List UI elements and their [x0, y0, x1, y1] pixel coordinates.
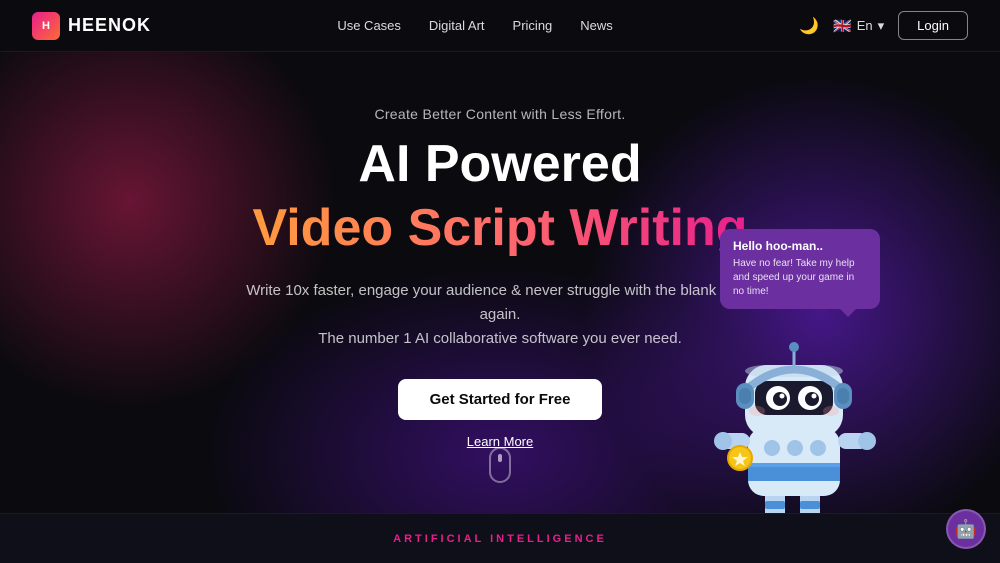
nav-link-pricing[interactable]: Pricing — [513, 18, 553, 33]
hero-title-white: AI Powered — [358, 136, 641, 193]
chevron-down-icon: ▾ — [878, 18, 885, 34]
hero-description-line2: The number 1 AI collaborative software y… — [318, 330, 682, 347]
nav-link-use-cases[interactable]: Use Cases — [337, 18, 401, 33]
hero-section: Create Better Content with Less Effort. … — [0, 52, 1000, 563]
hero-description: Write 10x faster, engage your audience &… — [240, 279, 760, 351]
logo-icon-text: H — [42, 20, 50, 32]
speech-bubble: Hello hoo-man.. Have no fear! Take my he… — [720, 229, 880, 309]
login-button[interactable]: Login — [898, 11, 968, 40]
logo-area: H HEENOK — [32, 12, 151, 40]
hero-subtitle: Create Better Content with Less Effort. — [374, 106, 625, 122]
navbar: H HEENOK Use Cases Digital Art Pricing N… — [0, 0, 1000, 52]
nav-link-digital-art[interactable]: Digital Art — [429, 18, 485, 33]
get-started-button[interactable]: Get Started for Free — [398, 379, 603, 420]
scroll-dot — [498, 454, 502, 462]
ai-label: ARTIFICIAL INTELLIGENCE — [393, 533, 607, 545]
nav-right: 🌙 🇬🇧 En ▾ Login — [799, 11, 968, 40]
nav-link-news[interactable]: News — [580, 18, 613, 33]
hero-title-gradient: Video Script Writing — [252, 197, 747, 259]
dark-mode-icon[interactable]: 🌙 — [799, 16, 819, 36]
hero-description-line1: Write 10x faster, engage your audience &… — [246, 282, 754, 323]
bubble-title: Hello hoo-man.. — [733, 239, 867, 253]
lang-label: En — [857, 18, 873, 33]
scroll-indicator — [489, 447, 511, 483]
bubble-text: Have no fear! Take my help and speed up … — [733, 257, 867, 299]
lang-selector[interactable]: 🇬🇧 En ▾ — [833, 17, 884, 35]
bottom-section: ARTIFICIAL INTELLIGENCE — [0, 513, 1000, 563]
logo-text: HEENOK — [68, 15, 151, 36]
logo-icon: H — [32, 12, 60, 40]
chat-float-icon: 🤖 — [955, 519, 977, 540]
hero-content: Create Better Content with Less Effort. … — [240, 106, 760, 450]
robot-illustration — [710, 323, 880, 533]
chat-float-button[interactable]: 🤖 — [946, 509, 986, 549]
nav-links: Use Cases Digital Art Pricing News — [337, 18, 612, 33]
flag-icon: 🇬🇧 — [833, 17, 852, 35]
robot-area: Hello hoo-man.. Have no fear! Take my he… — [710, 229, 880, 533]
